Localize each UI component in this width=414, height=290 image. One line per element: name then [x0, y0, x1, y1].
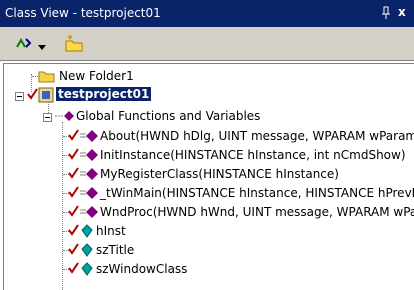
project-label: testproject01	[56, 87, 152, 101]
method-icon	[79, 167, 99, 184]
method-icon	[79, 129, 99, 146]
check-icon	[68, 223, 80, 240]
new-folder-icon[interactable]	[64, 34, 86, 56]
tree-item-globals[interactable]: Global Functions and Variables	[4, 107, 404, 126]
folder-icon	[38, 68, 56, 87]
globals-icon	[54, 109, 76, 126]
function-label: About(HWND hDlg, UINT message, WPARAM wP…	[100, 129, 414, 143]
tree-item-variable[interactable]: szWindowClass	[4, 260, 414, 279]
tree-item-project[interactable]: testproject01	[4, 86, 404, 105]
variable-icon	[81, 262, 93, 279]
function-label: _tWinMain(HINSTANCE hInstance, HINSTANCE…	[100, 186, 414, 200]
tree-item-function[interactable]: MyRegisterClass(HINSTANCE hInstance)	[4, 165, 414, 184]
class-tree: New Folder1 testproject01 Global Functio…	[3, 63, 414, 290]
variable-icon	[81, 224, 93, 241]
tree-item-variable[interactable]: szTitle	[4, 241, 414, 260]
window-title: Class View - testproject01	[5, 6, 161, 20]
variable-icon	[81, 243, 93, 260]
title-bar: Class View - testproject01 x	[0, 0, 414, 27]
tree-item-function[interactable]: InitInstance(HINSTANCE hInstance, int nC…	[4, 146, 414, 165]
method-icon	[79, 148, 99, 165]
close-icon[interactable]: x	[398, 5, 406, 19]
pin-icon[interactable]	[378, 5, 394, 21]
folder-label: New Folder1	[59, 69, 134, 83]
tree-item-function[interactable]: _tWinMain(HINSTANCE hInstance, HINSTANCE…	[4, 184, 414, 203]
function-label: WndProc(HWND hWnd, UINT message, WPARAM …	[100, 205, 414, 219]
globals-label: Global Functions and Variables	[76, 109, 261, 123]
tree-item-variable[interactable]: hInst	[4, 222, 414, 241]
function-label: MyRegisterClass(HINSTANCE hInstance)	[100, 167, 339, 181]
function-label: InitInstance(HINSTANCE hInstance, int nC…	[100, 148, 406, 162]
collapse-toggle[interactable]	[43, 113, 52, 122]
sort-icon[interactable]	[14, 34, 34, 56]
check-icon	[68, 261, 80, 278]
variable-label: szWindowClass	[96, 262, 188, 276]
tree-item-function[interactable]: WndProc(HWND hWnd, UINT message, WPARAM …	[4, 203, 414, 222]
collapse-toggle[interactable]	[15, 92, 24, 101]
method-icon	[79, 186, 99, 203]
variable-label: hInst	[96, 224, 126, 238]
method-icon	[79, 205, 99, 222]
project-icon	[38, 87, 54, 106]
toolbar	[0, 27, 414, 61]
tree-item-folder[interactable]: New Folder1	[4, 67, 404, 86]
variable-label: szTitle	[96, 243, 135, 257]
check-icon	[68, 242, 80, 259]
tree-item-function[interactable]: About(HWND hDlg, UINT message, WPARAM wP…	[4, 127, 414, 146]
dropdown-arrow-icon[interactable]	[38, 40, 46, 62]
